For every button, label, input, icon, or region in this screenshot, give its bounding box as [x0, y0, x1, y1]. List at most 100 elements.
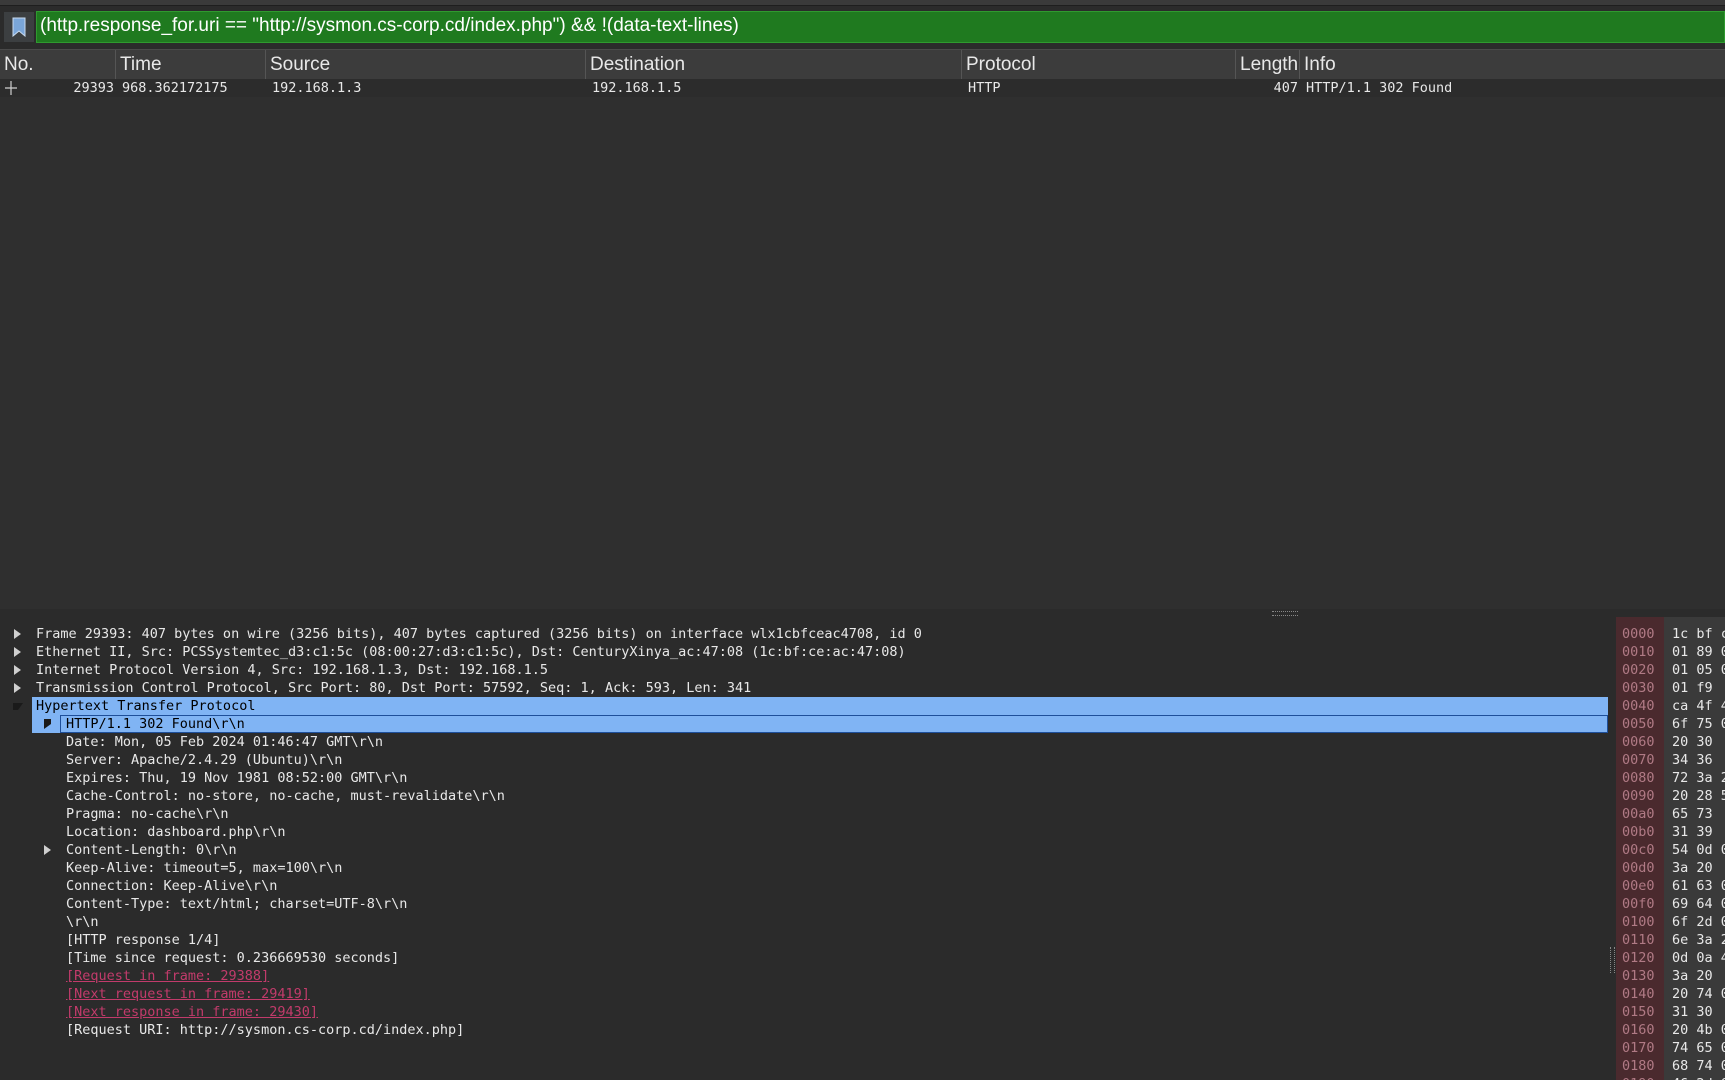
column-header-protocol[interactable]: Protocol	[962, 50, 1236, 79]
detail-tree-row[interactable]: Frame 29393: 407 bytes on wire (3256 bit…	[0, 625, 1608, 643]
detail-tree-row[interactable]: Connection: Keep-Alive\r\n	[0, 877, 1608, 895]
detail-text: Connection: Keep-Alive\r\n	[66, 878, 278, 894]
byte-hex[interactable]: 54 0d 0	[1672, 841, 1725, 859]
byte-offset: 0040	[1622, 698, 1655, 714]
packet-row[interactable]: 29393 968.362172175 192.168.1.3 192.168.…	[0, 79, 1725, 97]
expander-collapsed-icon[interactable]	[14, 683, 21, 693]
detail-tree-row[interactable]: Location: dashboard.php\r\n	[0, 823, 1608, 841]
byte-hex[interactable]: 69 64 0	[1672, 895, 1725, 913]
detail-link-text[interactable]: [Next response in frame: 29430]	[66, 1003, 318, 1021]
detail-link-text[interactable]: [Next request in frame: 29419]	[66, 985, 310, 1003]
display-filter-toolbar: (http.response_for.uri == "http://sysmon…	[0, 9, 1725, 45]
detail-tree-row[interactable]: Keep-Alive: timeout=5, max=100\r\n	[0, 859, 1608, 877]
byte-hex[interactable]: 68 74 0	[1672, 1057, 1725, 1075]
splitter-grip-icon	[1610, 947, 1615, 973]
display-filter-input[interactable]	[36, 11, 1725, 43]
byte-hex[interactable]: ca 4f 4	[1672, 697, 1725, 715]
byte-offset: 0130	[1622, 968, 1655, 984]
column-header-no[interactable]: No.	[0, 50, 116, 79]
packet-list-header: No. Time Source Destination Protocol Len…	[0, 50, 1725, 80]
detail-tree-row[interactable]: Cache-Control: no-store, no-cache, must-…	[0, 787, 1608, 805]
detail-tree-row[interactable]: Content-Length: 0\r\n	[0, 841, 1608, 859]
byte-offset: 00d0	[1622, 860, 1655, 876]
packet-list-pane: No. Time Source Destination Protocol Len…	[0, 49, 1725, 610]
byte-hex[interactable]: 0d 0a 4	[1672, 949, 1725, 967]
expander-expanded-icon[interactable]	[13, 703, 23, 710]
detail-text: Keep-Alive: timeout=5, max=100\r\n	[66, 860, 343, 876]
detail-text: Hypertext Transfer Protocol	[36, 698, 256, 714]
column-header-source[interactable]: Source	[266, 50, 586, 79]
detail-tree-row[interactable]: Pragma: no-cache\r\n	[0, 805, 1608, 823]
detail-tree-row[interactable]: [HTTP response 1/4]	[0, 931, 1608, 949]
detail-tree-row[interactable]: \r\n	[0, 913, 1608, 931]
byte-hex[interactable]: 3a 20	[1672, 967, 1721, 985]
byte-offset: 00e0	[1622, 878, 1655, 894]
byte-offset: 00a0	[1622, 806, 1655, 822]
byte-offset: 0060	[1622, 734, 1655, 750]
related-packet-icon	[4, 79, 18, 97]
detail-tree-row[interactable]: [Request in frame: 29388]	[0, 967, 1608, 985]
byte-offset: 0000	[1622, 626, 1655, 642]
column-header-info[interactable]: Info	[1300, 50, 1725, 79]
detail-tree-row[interactable]: Hypertext Transfer Protocol	[13, 697, 1608, 715]
detail-tree-row[interactable]: [Next request in frame: 29419]	[0, 985, 1608, 1003]
expander-collapsed-icon[interactable]	[44, 845, 51, 855]
detail-tree-row[interactable]: Content-Type: text/html; charset=UTF-8\r…	[0, 895, 1608, 913]
pane-splitter-vertical[interactable]	[1608, 617, 1616, 1080]
byte-hex[interactable]: 61 63 0	[1672, 877, 1725, 895]
filter-bookmark-button[interactable]	[4, 12, 34, 42]
byte-hex[interactable]: 20 4b 0	[1672, 1021, 1725, 1039]
detail-tree-row[interactable]: [Next response in frame: 29430]	[0, 1003, 1608, 1021]
expander-collapsed-icon[interactable]	[14, 629, 21, 639]
packet-source: 192.168.1.3	[272, 80, 362, 96]
byte-hex[interactable]: 01 89 0	[1672, 643, 1725, 661]
byte-hex[interactable]: 6f 2d 0	[1672, 913, 1725, 931]
byte-offset: 0160	[1622, 1022, 1655, 1038]
detail-tree-row[interactable]: Date: Mon, 05 Feb 2024 01:46:47 GMT\r\n	[0, 733, 1608, 751]
byte-hex[interactable]: 31 30	[1672, 1003, 1721, 1021]
packet-destination: 192.168.1.5	[592, 80, 682, 96]
byte-hex[interactable]: 1c bf c	[1672, 625, 1725, 643]
window-top-strip	[0, 0, 1725, 6]
byte-hex[interactable]: 6e 3a 2	[1672, 931, 1725, 949]
detail-tree-row[interactable]: HTTP/1.1 302 Found\r\n	[32, 715, 1608, 733]
byte-offset: 0120	[1622, 950, 1655, 966]
byte-offset: 0170	[1622, 1040, 1655, 1056]
detail-tree-row[interactable]: Ethernet II, Src: PCSSystemtec_d3:c1:5c …	[0, 643, 1608, 661]
byte-offset: 0080	[1622, 770, 1655, 786]
byte-hex[interactable]: 74 65 0	[1672, 1039, 1725, 1057]
detail-text: Ethernet II, Src: PCSSystemtec_d3:c1:5c …	[36, 644, 906, 660]
byte-hex[interactable]: 6f 75 0	[1672, 715, 1725, 733]
column-header-time[interactable]: Time	[116, 50, 266, 79]
detail-text: Content-Type: text/html; charset=UTF-8\r…	[66, 896, 408, 912]
detail-text: Location: dashboard.php\r\n	[66, 824, 286, 840]
packet-details-pane: Frame 29393: 407 bytes on wire (3256 bit…	[0, 617, 1608, 1080]
detail-tree-row[interactable]: Transmission Control Protocol, Src Port:…	[0, 679, 1608, 697]
byte-hex[interactable]: 20 28 5	[1672, 787, 1725, 805]
byte-hex[interactable]: 46 2d 0	[1672, 1075, 1725, 1080]
byte-hex[interactable]: 01 f9	[1672, 679, 1721, 697]
byte-hex[interactable]: 3a 20	[1672, 859, 1721, 877]
byte-hex[interactable]: 20 74 0	[1672, 985, 1725, 1003]
detail-tree-row[interactable]: Internet Protocol Version 4, Src: 192.16…	[0, 661, 1608, 679]
expander-collapsed-icon[interactable]	[44, 719, 51, 729]
detail-link-text[interactable]: [Request in frame: 29388]	[66, 967, 269, 985]
pane-splitter-horizontal[interactable]	[0, 609, 1725, 617]
detail-tree-row[interactable]: [Time since request: 0.236669530 seconds…	[0, 949, 1608, 967]
expander-collapsed-icon[interactable]	[14, 647, 21, 657]
byte-hex[interactable]: 20 30	[1672, 733, 1721, 751]
column-header-destination[interactable]: Destination	[586, 50, 962, 79]
detail-text: Internet Protocol Version 4, Src: 192.16…	[36, 662, 549, 678]
byte-hex[interactable]: 72 3a 2	[1672, 769, 1725, 787]
column-header-length[interactable]: Length	[1236, 50, 1300, 79]
byte-hex[interactable]: 65 73	[1672, 805, 1721, 823]
expander-collapsed-icon[interactable]	[14, 665, 21, 675]
detail-tree-row[interactable]: Server: Apache/2.4.29 (Ubuntu)\r\n	[0, 751, 1608, 769]
detail-tree-row[interactable]: Expires: Thu, 19 Nov 1981 08:52:00 GMT\r…	[0, 769, 1608, 787]
detail-text: [Request URI: http://sysmon.cs-corp.cd/i…	[66, 1022, 465, 1038]
detail-tree-row[interactable]: [Request URI: http://sysmon.cs-corp.cd/i…	[0, 1021, 1608, 1039]
byte-hex[interactable]: 01 05 0	[1672, 661, 1725, 679]
byte-hex[interactable]: 34 36	[1672, 751, 1721, 769]
byte-offset: 0070	[1622, 752, 1655, 768]
byte-hex[interactable]: 31 39	[1672, 823, 1721, 841]
